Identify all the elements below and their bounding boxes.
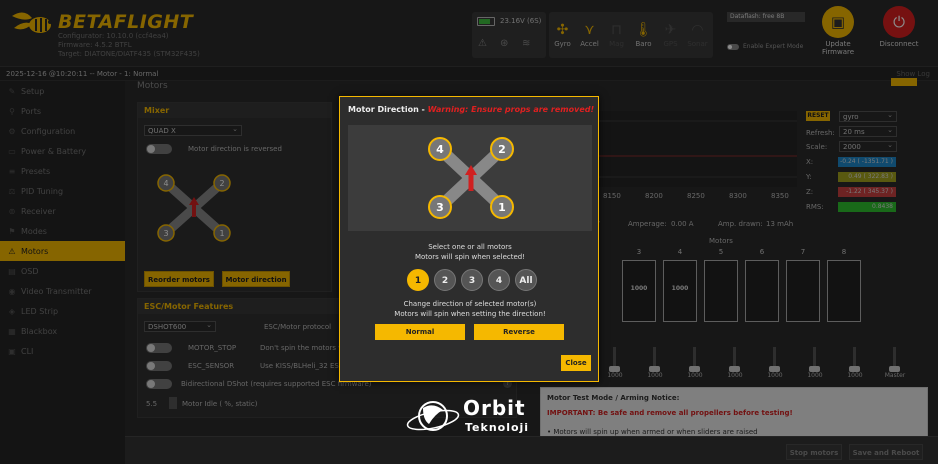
dialog-quad-diagram: 4 2 3 1 [348, 125, 592, 231]
dialog-motor-1-label: 1 [498, 201, 506, 214]
dialog-motor-2-label: 2 [498, 143, 506, 156]
select-instruction: Select one or all motors [428, 243, 512, 251]
globe-logo-icon [406, 401, 460, 431]
watermark-line1: Orbit [463, 396, 526, 420]
motor-select-button-1[interactable]: 1 [407, 269, 429, 291]
motor-select-button-2[interactable]: 2 [434, 269, 456, 291]
motor-select-button-3[interactable]: 3 [461, 269, 483, 291]
motor-direction-dialog: Motor Direction - Warning: Ensure props … [339, 96, 599, 382]
dialog-motor-4-label: 4 [436, 143, 444, 156]
change-instruction: Change direction of selected motor(s) [403, 300, 537, 308]
dialog-title-text: Motor Direction - [348, 105, 428, 114]
dialog-title: Motor Direction - Warning: Ensure props … [348, 105, 594, 114]
change-warning: Motors will spin when setting the direct… [394, 310, 546, 318]
normal-direction-button[interactable]: Normal [375, 324, 465, 340]
watermark-line2: Teknoloji [465, 421, 530, 434]
orbit-watermark: Orbit Teknoloji [405, 396, 545, 438]
dialog-warning: Warning: Ensure props are removed! [427, 105, 595, 114]
select-warning: Motors will spin when selected! [414, 253, 526, 261]
reverse-direction-button[interactable]: Reverse [474, 324, 564, 340]
betaflight-app: BETAFLIGHT Configurator: 10.10.0 (ccf4ea… [0, 0, 938, 464]
dialog-quad-frame: 4 2 3 1 [428, 137, 514, 219]
close-button[interactable]: Close [561, 355, 591, 371]
motor-select-button-4[interactable]: 4 [488, 269, 510, 291]
motor-select-button-all[interactable]: All [515, 269, 537, 291]
dialog-motor-3-label: 3 [436, 201, 444, 214]
